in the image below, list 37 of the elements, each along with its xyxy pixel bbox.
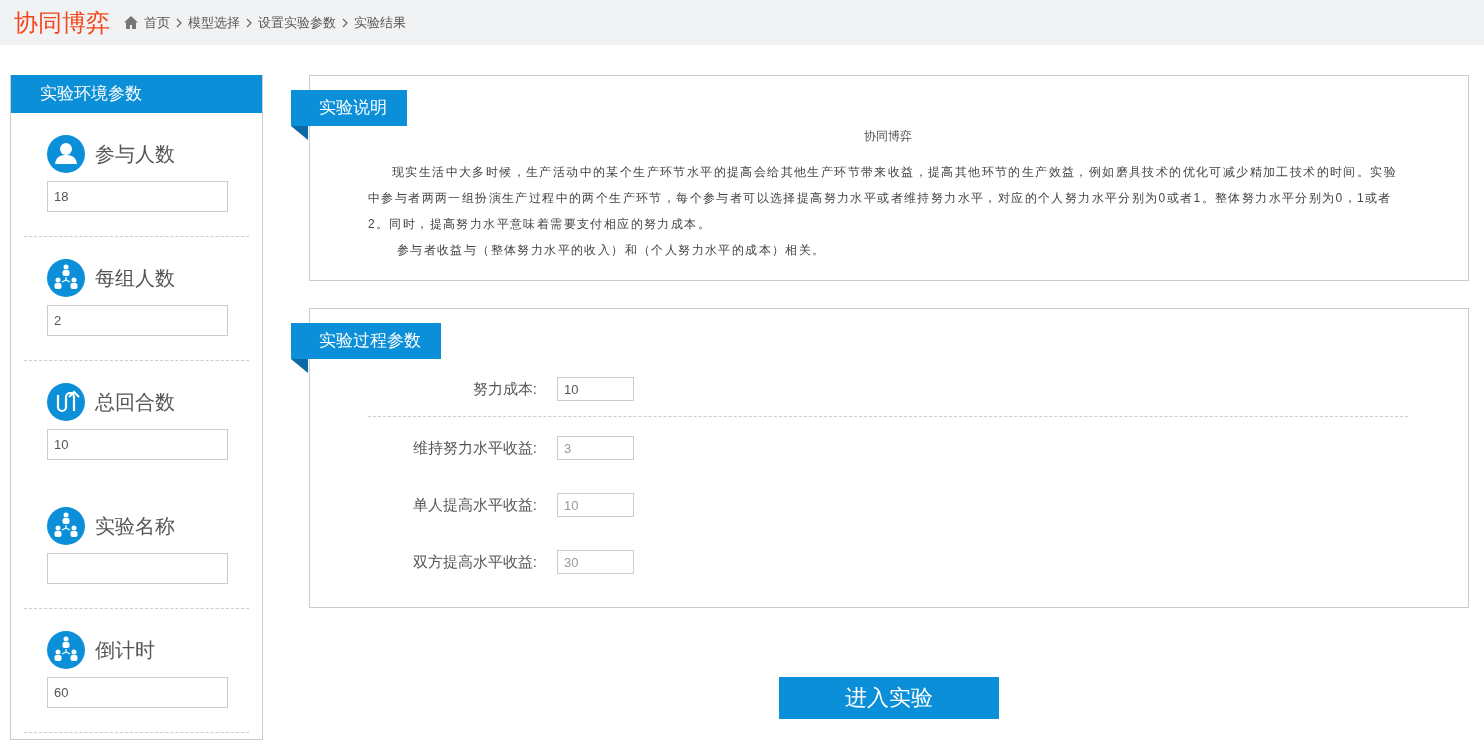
- field-label: 参与人数: [95, 141, 175, 167]
- input-field[interactable]: 10: [557, 377, 634, 401]
- ribbon-fold: [291, 126, 308, 140]
- enter-experiment-button[interactable]: 进入实验: [779, 677, 999, 719]
- field-label: 维持努力水平收益:: [411, 438, 537, 458]
- panel-title: 实验环境参数: [11, 75, 262, 113]
- field-label: 实验名称: [95, 513, 175, 539]
- input-field[interactable]: 10: [47, 429, 228, 460]
- breadcrumb-link[interactable]: 模型选择: [188, 13, 240, 32]
- description-heading: 协同博弈: [863, 128, 913, 145]
- field-label: 单人提高水平收益:: [411, 495, 537, 515]
- input-field[interactable]: 18: [47, 181, 228, 212]
- user-icon: [47, 135, 85, 173]
- description-paragraph: 参与者收益与（整体努力水平的收入）和（个人努力水平的成本）相关。: [395, 242, 827, 259]
- home-icon: [124, 16, 138, 29]
- field-label: 双方提高水平收益:: [411, 552, 537, 572]
- breadcrumb-link[interactable]: 实验结果: [354, 13, 406, 32]
- chevron-icon: [246, 17, 252, 28]
- field-label: 总回合数: [95, 389, 175, 415]
- field-label: 倒计时: [95, 637, 155, 663]
- section-ribbon: 实验过程参数: [291, 323, 441, 359]
- chevron-icon: [342, 17, 348, 28]
- input-field[interactable]: 2: [47, 305, 228, 336]
- field-label: 努力成本:: [471, 379, 537, 399]
- section-ribbon: 实验说明: [291, 90, 407, 126]
- team-icon: [47, 631, 85, 669]
- input-field[interactable]: [47, 553, 228, 584]
- team-icon: [47, 507, 85, 545]
- description-paragraph: 现实生活中大多时候，生产活动中的某个生产环节水平的提高会给其他生产环节带来收益，提高其他环节的生产效益，例如磨具技术的优化可减少精加工技术的时间。实验中参与者两两一组扮演生产过程中的两个生产环节，每个参与者可以选择提高努力水平或者维持努力水平，对应的个人努力水平分别为0或者1。整体努力水平分别为0，1或者2。同时，提高努力水平意味着需要支付相应的努力成本。: [368, 164, 1398, 233]
- field-label: 每组人数: [95, 265, 175, 291]
- chevron-icon: [176, 17, 182, 28]
- breadcrumb-link[interactable]: 首页: [144, 13, 170, 32]
- input-field[interactable]: 60: [47, 677, 228, 708]
- team-icon: [47, 259, 85, 297]
- app-logo: 协同博弈: [14, 7, 110, 38]
- breadcrumb-link[interactable]: 设置实验参数: [258, 13, 336, 32]
- ribbon-fold: [291, 359, 308, 373]
